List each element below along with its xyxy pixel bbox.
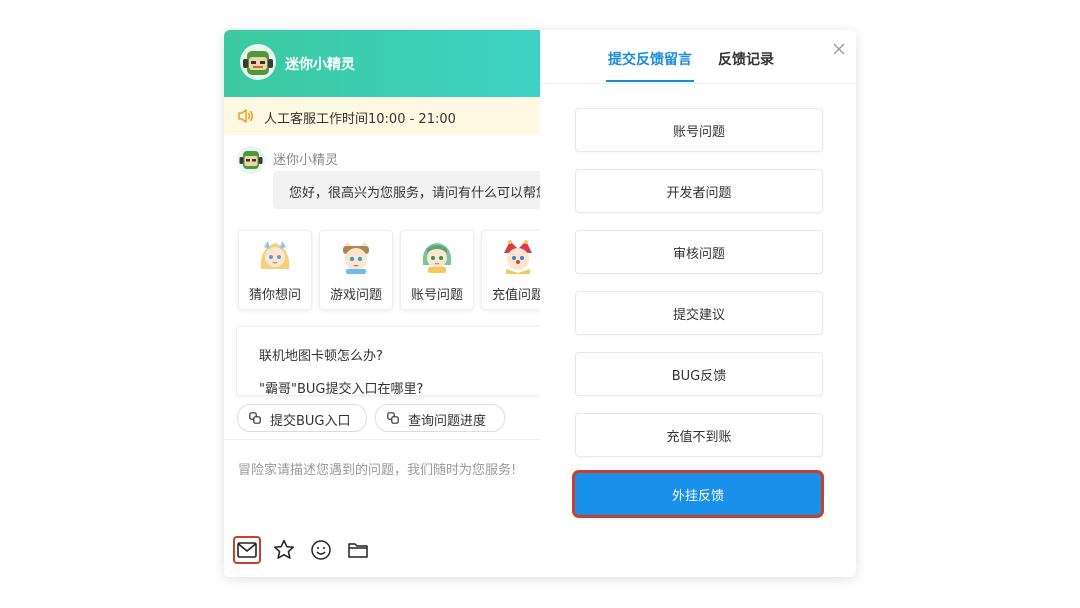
tab-feedback-history[interactable]: 反馈记录 — [718, 49, 774, 69]
bot-avatar-icon — [237, 146, 265, 174]
chip-label: 查询问题进度 — [408, 414, 487, 429]
card-account-questions[interactable]: 账号问题 — [400, 230, 474, 310]
folder-icon[interactable] — [346, 538, 370, 562]
faq-item-lag[interactable]: 联机地图卡顿怎么办? — [259, 345, 383, 364]
option-bug-feedback[interactable]: BUG反馈 — [575, 352, 823, 396]
card-label: 游戏问题 — [329, 288, 382, 303]
query-progress-chip[interactable]: 查询问题进度 — [375, 404, 505, 432]
faq-item-bug-entry[interactable]: "霸哥"BUG提交入口在哪里? — [259, 378, 423, 395]
card-game-questions[interactable]: 游戏问题 — [319, 230, 393, 310]
notice-text: 人工客服工作时间10:00 - 21:00 — [264, 112, 456, 127]
close-icon[interactable] — [832, 42, 846, 56]
option-label: 账号问题 — [672, 125, 725, 140]
character-clown-icon — [504, 240, 532, 274]
faq-list: 联机地图卡顿怎么办? "霸哥"BUG提交入口在哪里? — [236, 326, 540, 396]
option-label: 外挂反馈 — [671, 489, 724, 504]
character-green-icon — [422, 243, 452, 273]
bot-name: 迷你小精灵 — [273, 153, 339, 168]
option-label: 审核问题 — [672, 247, 725, 262]
star-icon[interactable] — [272, 538, 296, 562]
option-account-issue[interactable]: 账号问题 — [575, 108, 823, 152]
option-label: 开发者问题 — [666, 186, 732, 201]
option-label: 提交建议 — [672, 308, 725, 323]
customer-service-panel: 迷你小精灵 人工客服工作时间10:00 - 21:00 迷你小精灵 您好，很高兴… — [224, 30, 856, 577]
character-cat-icon — [343, 241, 369, 274]
chat-header: 迷你小精灵 — [224, 30, 540, 97]
active-tab-indicator — [606, 80, 694, 82]
greeting-text: 您好，很高兴为您服务，请问有什么可以帮您 — [289, 186, 540, 201]
mail-icon[interactable] — [235, 538, 259, 562]
option-developer-issue[interactable]: 开发者问题 — [575, 169, 823, 213]
emoji-icon[interactable] — [309, 538, 333, 562]
tab-submit-feedback[interactable]: 提交反馈留言 — [608, 49, 692, 69]
greeting-bubble: 您好，很高兴为您服务，请问有什么可以帮您 — [273, 171, 540, 209]
card-label: 账号问题 — [410, 288, 463, 303]
card-label: 猜你想问 — [248, 288, 301, 303]
input-divider — [224, 439, 540, 440]
link-icon — [387, 412, 399, 424]
option-label: 充值不到账 — [666, 430, 732, 445]
card-guess-questions[interactable]: 猜你想问 — [238, 230, 312, 310]
service-hours-notice: 人工客服工作时间10:00 - 21:00 — [224, 97, 540, 135]
character-blonde-icon — [260, 241, 290, 269]
feedback-tabs: 提交反馈留言 反馈记录 — [540, 30, 856, 84]
option-cheat-report-button[interactable]: 外挂反馈 — [575, 473, 821, 515]
message-input[interactable]: 冒险家请描述您遇到的问题，我们随时为您服务! — [238, 459, 516, 478]
link-icon — [249, 412, 261, 424]
chat-pane: 迷你小精灵 人工客服工作时间10:00 - 21:00 迷你小精灵 您好，很高兴… — [224, 30, 540, 577]
submit-bug-entry-chip[interactable]: 提交BUG入口 — [237, 404, 367, 432]
card-label: 充值问题 — [491, 288, 540, 303]
option-suggestion[interactable]: 提交建议 — [575, 291, 823, 335]
card-recharge-questions[interactable]: 充值问题 — [481, 230, 540, 310]
option-review-issue[interactable]: 审核问题 — [575, 230, 823, 274]
mascot-avatar-icon — [240, 44, 276, 80]
option-label: BUG反馈 — [671, 369, 727, 384]
speaker-icon — [238, 109, 253, 123]
feedback-pane: 提交反馈留言 反馈记录 账号问题 开发者问题 审核问题 提交建议 BUG反馈 充… — [540, 30, 856, 577]
option-recharge-missing[interactable]: 充值不到账 — [575, 413, 823, 457]
chat-title: 迷你小精灵 — [285, 57, 355, 73]
chip-label: 提交BUG入口 — [270, 414, 351, 429]
